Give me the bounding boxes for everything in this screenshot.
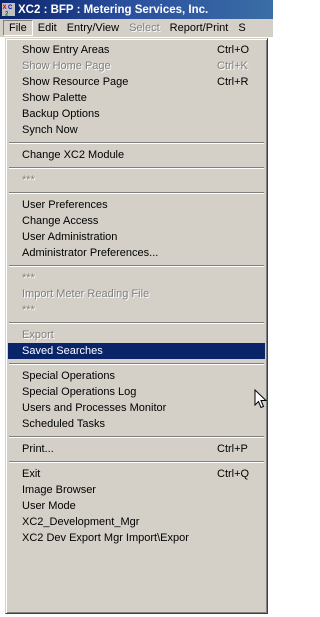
- menu-item-label: ***: [22, 174, 35, 186]
- menu-separator: [8, 138, 265, 147]
- svg-text:C: C: [8, 5, 13, 11]
- menu-item-backup-options[interactable]: Backup Options: [8, 106, 265, 122]
- title-bar[interactable]: X C 2 XC2 : BFP : Metering Services, Inc…: [0, 0, 273, 19]
- menu-item-user-administration[interactable]: User Administration: [8, 229, 265, 245]
- menu-item-label: Special Operations Log: [22, 386, 137, 398]
- menu-item-label: User Administration: [22, 231, 118, 243]
- menu-item-label: User Preferences: [22, 199, 108, 211]
- menu-separator: [8, 163, 265, 172]
- menu-item-special-operations-log[interactable]: Special Operations Log: [8, 384, 265, 400]
- menu-item-show-entry-areas[interactable]: Show Entry Areas Ctrl+O: [8, 42, 265, 58]
- menu-item-show-resource-page[interactable]: Show Resource Page Ctrl+R: [8, 74, 265, 90]
- menu-select: Select: [129, 21, 160, 34]
- menu-item-xc2-development-mgr[interactable]: XC2_Development_Mgr: [8, 514, 265, 530]
- menu-item-change-xc2-module[interactable]: Change XC2 Module: [8, 147, 265, 163]
- menu-item-label: Saved Searches: [22, 345, 103, 357]
- menu-item-label: XC2 Dev Export Mgr Import\Expor: [22, 532, 189, 544]
- arrow-pointer-icon: [254, 389, 268, 409]
- menu-separator: [8, 188, 265, 197]
- menu-item-scheduled-tasks[interactable]: Scheduled Tasks: [8, 416, 265, 432]
- menu-item-label: Administrator Preferences...: [22, 247, 159, 259]
- menu-item-shortcut: Ctrl+R: [217, 76, 249, 88]
- menu-item-change-access[interactable]: Change Access: [8, 213, 265, 229]
- menu-item-shortcut: Ctrl+Q: [217, 468, 250, 480]
- menu-item-shortcut: Ctrl+P: [217, 443, 248, 455]
- menu-item-show-palette[interactable]: Show Palette: [8, 90, 265, 106]
- menu-item-xc2-dev-export-mgr-import-expor[interactable]: XC2 Dev Export Mgr Import\Expor: [8, 530, 265, 546]
- menu-item-label: Backup Options: [22, 108, 100, 120]
- menu-item-item: ***: [8, 302, 265, 318]
- menu-edit[interactable]: Edit: [33, 20, 62, 36]
- menu-item-user-mode[interactable]: User Mode: [8, 498, 265, 514]
- menu-item-label: XC2_Development_Mgr: [22, 516, 140, 528]
- menu-item-label: Print...: [22, 443, 54, 455]
- menu-item-export: Export: [8, 327, 265, 343]
- menu-item-synch-now[interactable]: Synch Now: [8, 122, 265, 138]
- menu-item-shortcut: Ctrl+O: [217, 44, 250, 56]
- menu-file[interactable]: File: [3, 19, 33, 36]
- menu-item-label: Change Access: [22, 215, 99, 227]
- menu-bar: File Edit Entry/View Select Report/Print S: [0, 19, 273, 37]
- menu-item-label: Synch Now: [22, 124, 78, 136]
- window-title: XC2 : BFP : Metering Services, Inc.: [18, 3, 209, 16]
- menu-item-label: Import Meter Reading File: [22, 288, 150, 300]
- menu-item-label: ***: [22, 304, 35, 316]
- menu-item-label: Image Browser: [22, 484, 96, 496]
- menu-item-print[interactable]: Print... Ctrl+P: [8, 441, 265, 457]
- menu-s[interactable]: S: [233, 20, 250, 36]
- file-menu-dropdown: Show Entry Areas Ctrl+O Show Home Page Ctrl…: [5, 38, 268, 614]
- menu-item-label: Scheduled Tasks: [22, 418, 105, 430]
- menu-report-print[interactable]: Report/Print: [165, 20, 234, 36]
- menu-item-label: Exit: [22, 468, 41, 480]
- menu-separator: [8, 432, 265, 441]
- xc2-app-icon: X C 2: [2, 3, 15, 16]
- menu-separator: [8, 359, 265, 368]
- menu-item-label: Show Resource Page: [22, 76, 129, 88]
- menu-item-label: ***: [22, 272, 35, 284]
- menu-item-label: Show Palette: [22, 92, 87, 104]
- menu-separator: [8, 318, 265, 327]
- menu-item-label: Show Entry Areas: [22, 44, 110, 56]
- menu-separator: [8, 261, 265, 270]
- menu-item-item: ***: [8, 172, 265, 188]
- menu-item-label: User Mode: [22, 500, 76, 512]
- menu-item-exit[interactable]: Exit Ctrl+Q: [8, 466, 265, 482]
- menu-item-image-browser[interactable]: Image Browser: [8, 482, 265, 498]
- menu-item-label: Change XC2 Module: [22, 149, 125, 161]
- menu-item-label: Export: [22, 329, 54, 341]
- menu-item-administrator-preferences[interactable]: Administrator Preferences...: [8, 245, 265, 261]
- menu-item-user-preferences[interactable]: User Preferences: [8, 197, 265, 213]
- menu-item-show-home-page: Show Home Page Ctrl+K: [8, 58, 265, 74]
- menu-item-label: Special Operations: [22, 370, 115, 382]
- menu-item-label: Show Home Page: [22, 60, 111, 72]
- menu-separator: [8, 457, 265, 466]
- application-window: X C 2 XC2 : BFP : Metering Services, Inc…: [0, 0, 273, 617]
- menu-item-item: ***: [8, 270, 265, 286]
- menu-item-special-operations[interactable]: Special Operations: [8, 368, 265, 384]
- menu-item-label: Users and Processes Monitor: [22, 402, 167, 414]
- menu-item-saved-searches[interactable]: Saved Searches: [8, 343, 265, 359]
- menu-item-shortcut: Ctrl+K: [217, 60, 248, 72]
- menu-item-users-and-processes-monitor[interactable]: Users and Processes Monitor: [8, 400, 265, 416]
- svg-text:X: X: [3, 5, 7, 11]
- menu-entry-view[interactable]: Entry/View: [62, 20, 124, 36]
- menu-item-import-meter-reading-file: Import Meter Reading File: [8, 286, 265, 302]
